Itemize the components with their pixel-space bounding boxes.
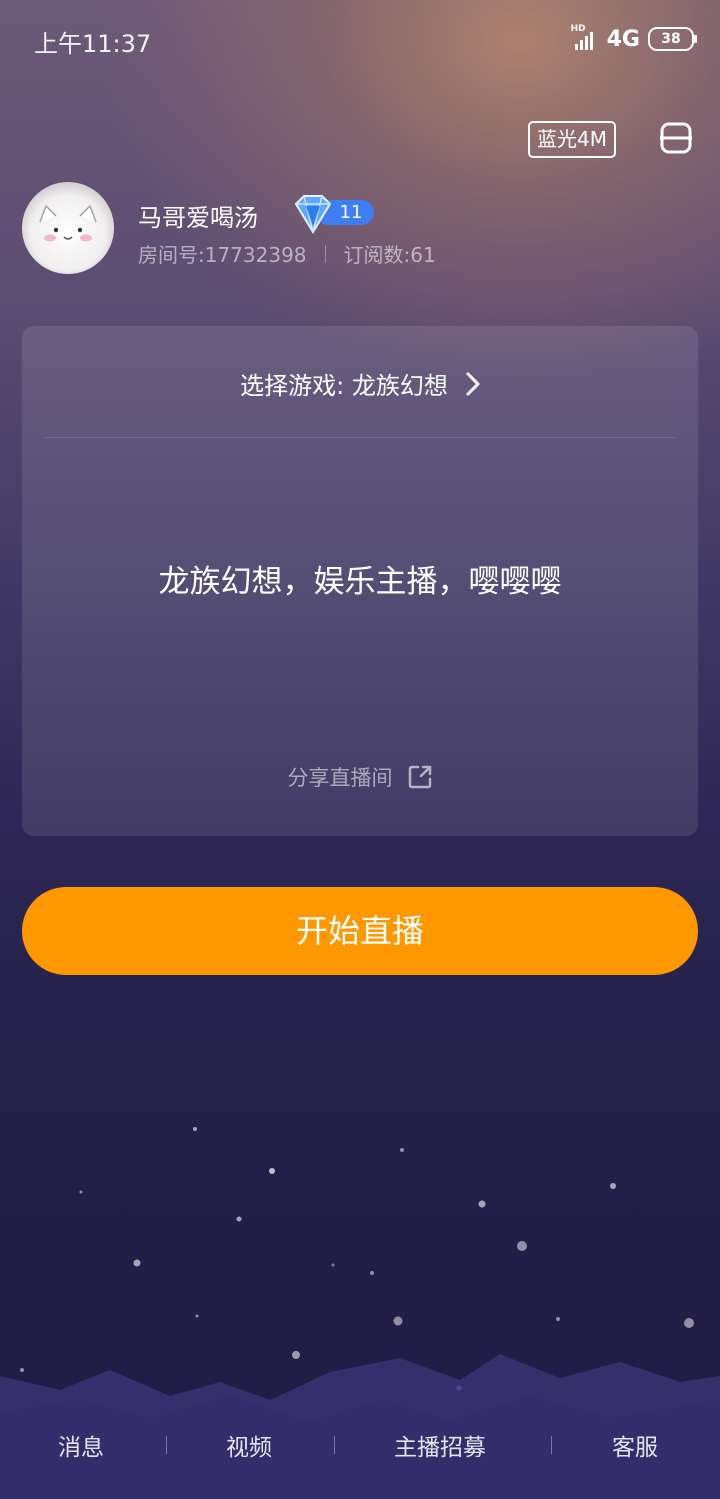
profile-meta: 房间号:17732398 订阅数:61 [138, 239, 436, 268]
username: 马哥爱喝汤 [138, 204, 258, 232]
cat-avatar-image [39, 204, 97, 242]
status-time: 上午11:37 [34, 30, 152, 58]
subscriber-count: 订阅数:61 [343, 243, 436, 267]
network-type: 4G [606, 26, 640, 52]
room-id: 房间号:17732398 [138, 243, 307, 267]
nav-divider [334, 1436, 335, 1454]
meta-divider [324, 244, 326, 263]
level-badge: 11 [292, 192, 376, 234]
avatar[interactable] [22, 182, 114, 274]
nav-videos[interactable]: 视频 [226, 1428, 272, 1462]
nav-messages[interactable]: 消息 [58, 1428, 104, 1462]
chevron-right-icon [466, 372, 480, 395]
game-select-row[interactable]: 选择游戏: 龙族幻想 [0, 366, 720, 401]
status-bar: 上午11:37 HD 4G 38 [0, 0, 720, 80]
card-divider [44, 437, 676, 438]
share-external-icon [408, 765, 431, 789]
start-live-button[interactable]: 开始直播 [22, 887, 698, 975]
status-indicators: HD 4G 38 [571, 24, 697, 54]
diamond-level-icon [294, 195, 332, 234]
battery-icon: 38 [648, 27, 697, 51]
share-room-button[interactable]: 分享直播间 [0, 762, 720, 792]
game-select-label: 选择游戏: 龙族幻想 [240, 372, 448, 400]
share-label: 分享直播间 [287, 766, 393, 790]
quality-button[interactable]: 蓝光4M [528, 121, 616, 158]
nav-host-recruitment[interactable]: 主播招募 [394, 1428, 486, 1462]
bottom-nav: 消息 视频 主播招募 客服 [0, 1418, 720, 1470]
battery-level: 38 [661, 31, 681, 47]
nav-divider [166, 1436, 167, 1454]
nav-divider [551, 1436, 552, 1454]
menu-icon[interactable] [660, 122, 692, 154]
live-start-screen: { "status_bar": { "time": "上午11:37", "ne… [0, 0, 720, 1499]
nav-customer-service[interactable]: 客服 [612, 1428, 658, 1462]
stream-title[interactable]: 龙族幻想，娱乐主播，嘤嘤嘤 [0, 556, 720, 601]
signal-icon: HD [571, 24, 599, 50]
